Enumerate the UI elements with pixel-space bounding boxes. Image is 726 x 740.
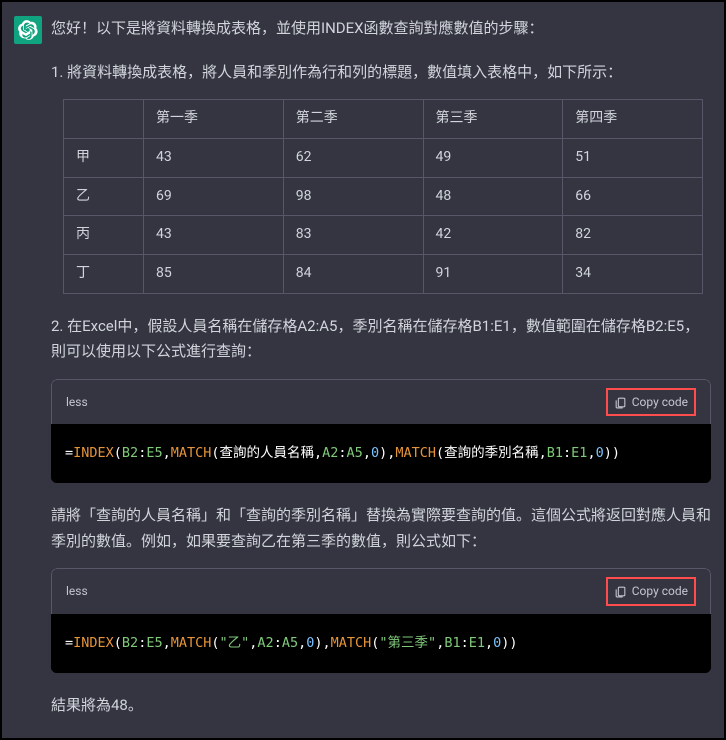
table-cell: 82 [563, 216, 703, 255]
clipboard-icon [614, 585, 627, 598]
table-cell: 43 [144, 216, 284, 255]
table-cell: 66 [563, 177, 703, 216]
code-body: =INDEX(B2:E5,MATCH(查詢的人員名稱,A2:A5,0),MATC… [51, 424, 711, 483]
copy-code-label: Copy code [632, 392, 688, 412]
table-cell: 43 [144, 138, 284, 177]
code-language: less [66, 392, 88, 412]
openai-logo-icon [18, 20, 38, 40]
code-header: less Copy code [51, 379, 711, 424]
table-row: 甲 43 62 49 51 [64, 138, 703, 177]
step-2: 2. 在Excel中，假設人員名稱在儲存格A2:A5，季別名稱在儲存格B1:E1… [51, 314, 711, 483]
table-row: 乙 69 98 48 66 [64, 177, 703, 216]
table-cell: 48 [423, 177, 563, 216]
code-block-2: less Copy code =INDEX(B2:E5,MATCH("乙",A2… [51, 568, 711, 672]
intro-text: 您好！以下是將資料轉換成表格，並使用INDEX函數查詢對應數值的步驟： [51, 16, 711, 42]
data-table: 第一季 第二季 第三季 第四季 甲 43 62 49 51 [63, 99, 703, 294]
table-cell: 乙 [64, 177, 144, 216]
table-header: 第四季 [563, 100, 703, 139]
table-header: 第三季 [423, 100, 563, 139]
step-1: 1. 將資料轉換成表格，將人員和季別作為行和列的標題，數值填入表格中，如下所示：… [51, 60, 711, 294]
table-cell: 34 [563, 255, 703, 294]
table-row: 丙 43 83 42 82 [64, 216, 703, 255]
table-cell: 91 [423, 255, 563, 294]
step-2-number: 2. [51, 317, 63, 335]
step-2-body: 在Excel中，假設人員名稱在儲存格A2:A5，季別名稱在儲存格B1:E1，數值… [51, 317, 699, 361]
step-1-text: 1. 將資料轉換成表格，將人員和季別作為行和列的標題，數值填入表格中，如下所示： [51, 60, 711, 86]
table-header: 第一季 [144, 100, 284, 139]
table-cell: 98 [283, 177, 423, 216]
table-cell: 42 [423, 216, 563, 255]
table-cell: 丙 [64, 216, 144, 255]
code-header: less Copy code [51, 568, 711, 613]
code-block-1: less Copy code =INDEX(B2:E5,MATCH(查詢的人員名… [51, 379, 711, 483]
step-2-text: 2. 在Excel中，假設人員名稱在儲存格A2:A5，季別名稱在儲存格B1:E1… [51, 314, 711, 365]
table-header: 第二季 [283, 100, 423, 139]
table-cell: 83 [283, 216, 423, 255]
table-cell: 62 [283, 138, 423, 177]
code-body: =INDEX(B2:E5,MATCH("乙",A2:A5,0),MATCH("第… [51, 614, 711, 673]
table-cell: 甲 [64, 138, 144, 177]
step-1-body: 將資料轉換成表格，將人員和季別作為行和列的標題，數值填入表格中，如下所示： [67, 63, 622, 81]
copy-code-label: Copy code [632, 581, 688, 601]
table-cell: 85 [144, 255, 284, 294]
table-cell: 69 [144, 177, 284, 216]
copy-code-button[interactable]: Copy code [606, 388, 696, 416]
result-text: 結果將為48。 [51, 693, 711, 719]
table-row: 丁 85 84 91 34 [64, 255, 703, 294]
chat-container: 您好！以下是將資料轉換成表格，並使用INDEX函數查詢對應數值的步驟： 1. 將… [0, 0, 726, 740]
chatgpt-avatar [14, 16, 42, 44]
table-cell: 84 [283, 255, 423, 294]
copy-code-button[interactable]: Copy code [606, 577, 696, 605]
clipboard-icon [614, 396, 627, 409]
step-1-number: 1. [51, 63, 63, 81]
table-cell: 49 [423, 138, 563, 177]
message-content: 您好！以下是將資料轉換成表格，並使用INDEX函數查詢對應數值的步驟： 1. 將… [47, 2, 725, 738]
avatar-column [2, 2, 47, 738]
table-header-row: 第一季 第二季 第三季 第四季 [64, 100, 703, 139]
table-header [64, 100, 144, 139]
explanation-paragraph: 請將「查詢的人員名稱」和「查詢的季別名稱」替換為實際要查詢的值。這個公式將返回對… [51, 503, 711, 554]
table-cell: 51 [563, 138, 703, 177]
code-language: less [66, 581, 88, 601]
table-cell: 丁 [64, 255, 144, 294]
